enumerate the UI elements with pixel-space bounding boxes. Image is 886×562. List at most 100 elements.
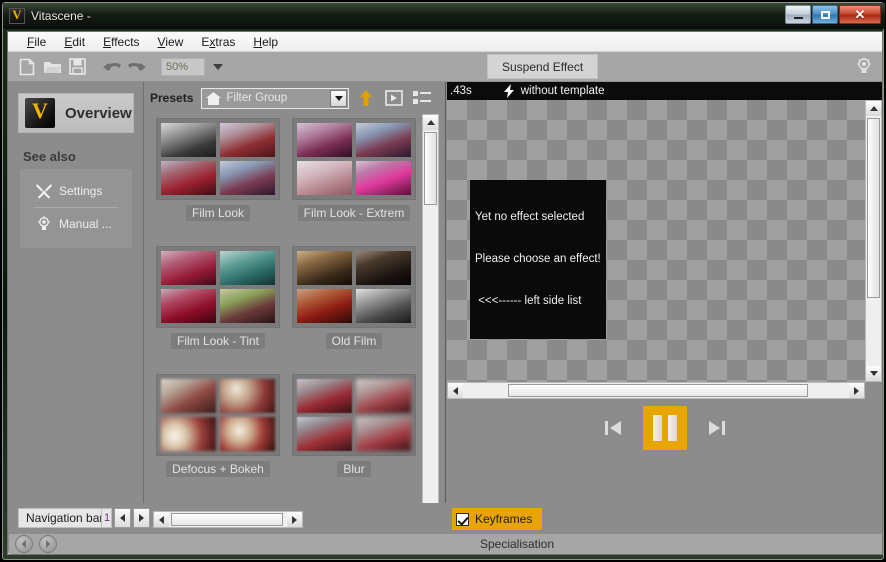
list-view-icon[interactable]	[411, 87, 433, 109]
new-document-icon[interactable]	[16, 56, 38, 78]
navigation-tab-row: Navigation bar 1	[9, 503, 446, 534]
thumbnail-tile	[297, 379, 352, 413]
transport-controls	[447, 400, 882, 456]
page-stepper: 1	[101, 508, 150, 528]
see-also-title: See also	[23, 149, 76, 164]
scrollbar-thumb[interactable]	[424, 132, 437, 205]
thumbnail-tile	[356, 417, 411, 451]
scrollbar-thumb[interactable]	[867, 118, 880, 298]
pause-button[interactable]	[642, 406, 687, 450]
page-next-button[interactable]	[133, 508, 150, 528]
undo-icon[interactable]	[101, 56, 123, 78]
overview-button[interactable]: Overview	[18, 93, 134, 133]
keyframes-toggle[interactable]: Keyframes	[452, 508, 543, 530]
preset-thumbnails	[156, 118, 280, 200]
thumbnail-tile	[220, 161, 275, 195]
redo-icon[interactable]	[126, 56, 148, 78]
menu-extras-rest: tras	[215, 34, 236, 49]
presets-panel: Presets Filter Group Film Look Film Look…	[144, 82, 446, 553]
thumbnail-tile	[220, 123, 275, 157]
preset-item[interactable]: Old Film	[286, 246, 422, 350]
suspend-effect-button[interactable]: Suspend Effect	[487, 54, 599, 79]
sidebar-item-manual-label: Manual ...	[59, 217, 112, 231]
sidebar-item-settings-label: Settings	[59, 184, 103, 198]
preset-item[interactable]: Film Look - Tint	[150, 246, 286, 350]
preset-label: Film Look	[185, 205, 250, 221]
menu-view-rest: iew	[165, 34, 184, 49]
filter-group-value: Filter Group	[226, 92, 288, 104]
thumbnail-tile	[356, 379, 411, 413]
scroll-left-button[interactable]	[448, 383, 463, 398]
app-icon	[9, 7, 25, 24]
play-triangle-icon[interactable]	[383, 87, 405, 109]
menu-view[interactable]: View	[149, 34, 193, 50]
tooltip-line-1: Yet no effect selected	[475, 211, 585, 223]
presets-header: Presets Filter Group	[144, 82, 445, 114]
home-icon	[206, 91, 222, 105]
preview-canvas[interactable]: Yet no effect selected Please choose an …	[447, 100, 865, 382]
thumbnail-tile	[220, 417, 275, 451]
menu-file[interactable]: File	[18, 34, 55, 50]
scroll-up-button[interactable]	[866, 101, 881, 116]
page-number: 1	[101, 508, 112, 528]
scroll-up-button[interactable]	[423, 115, 438, 130]
presets-vertical-scrollbar[interactable]	[422, 114, 439, 520]
divider	[34, 207, 118, 208]
thumbnail-tile	[297, 251, 352, 285]
up-arrow-icon[interactable]	[355, 87, 377, 109]
scrollbar-thumb[interactable]	[508, 384, 808, 397]
scroll-left-button[interactable]	[154, 512, 169, 527]
scroll-right-button[interactable]	[849, 383, 864, 398]
menu-help[interactable]: Help	[244, 34, 287, 50]
presets-scroll-area[interactable]: Film Look Film Look - Extrem Film Look -…	[144, 114, 446, 520]
preset-item[interactable]: Blur	[286, 374, 422, 478]
save-disk-icon[interactable]	[66, 56, 88, 78]
navigation-bar-label: Navigation bar	[26, 511, 104, 525]
preview-horizontal-scrollbar[interactable]	[447, 382, 865, 399]
zoom-select[interactable]: 50%	[161, 57, 205, 76]
specialisation-text: Specialisation	[479, 537, 555, 551]
thumbnail-tile	[161, 123, 216, 157]
application-window: Vitascene - ✕ File Edit Effects View Ext…	[0, 0, 886, 562]
skip-forward-icon[interactable]	[705, 415, 729, 441]
scroll-right-button[interactable]	[287, 512, 302, 527]
sidebar-item-settings[interactable]: Settings	[20, 177, 132, 205]
preset-item[interactable]: Film Look	[150, 118, 286, 222]
lightbulb-icon	[34, 215, 54, 233]
preset-label: Blur	[337, 461, 371, 477]
menu-extras[interactable]: Extras	[192, 34, 244, 50]
presets-horizontal-scrollbar[interactable]	[153, 511, 303, 528]
thumbnail-tile	[161, 289, 216, 323]
pause-bar-left	[652, 415, 662, 441]
navigation-bar-tab[interactable]: Navigation bar	[18, 508, 112, 528]
preview-panel: .43s without template Yet no effect sele…	[447, 82, 882, 554]
thumbnail-tile	[356, 123, 411, 157]
scrollbar-thumb[interactable]	[171, 513, 283, 526]
presets-grid: Film Look Film Look - Extrem Film Look -…	[150, 118, 422, 502]
keyframes-bar: Keyframes	[447, 503, 882, 534]
preset-item[interactable]: Film Look - Extrem	[286, 118, 422, 222]
menu-effects[interactable]: Effects	[94, 34, 148, 50]
chevron-down-icon[interactable]	[330, 89, 348, 107]
thumbnail-tile	[297, 161, 352, 195]
minimize-button[interactable]	[785, 5, 811, 24]
menu-edit[interactable]: Edit	[55, 34, 94, 50]
skip-back-icon[interactable]	[601, 415, 625, 441]
close-button[interactable]: ✕	[839, 5, 881, 24]
preset-thumbnails	[292, 374, 416, 456]
sidebar-item-manual[interactable]: Manual ...	[20, 210, 132, 238]
maximize-button[interactable]	[812, 5, 838, 24]
preset-thumbnails	[156, 246, 280, 328]
open-folder-icon[interactable]	[41, 56, 63, 78]
preview-vertical-scrollbar[interactable]	[865, 100, 882, 382]
chevron-down-icon[interactable]	[213, 63, 223, 70]
filter-group-select[interactable]: Filter Group	[201, 87, 350, 109]
preset-item[interactable]: Defocus + Bokeh	[150, 374, 286, 478]
template-status: without template	[520, 85, 605, 97]
scroll-down-button[interactable]	[866, 366, 881, 381]
lightbulb-icon[interactable]	[856, 57, 872, 77]
preset-label: Film Look - Tint	[170, 333, 266, 349]
page-prev-button[interactable]	[114, 508, 131, 528]
checkbox-icon[interactable]	[456, 512, 469, 526]
see-also-box: Settings Manual ...	[19, 168, 133, 249]
